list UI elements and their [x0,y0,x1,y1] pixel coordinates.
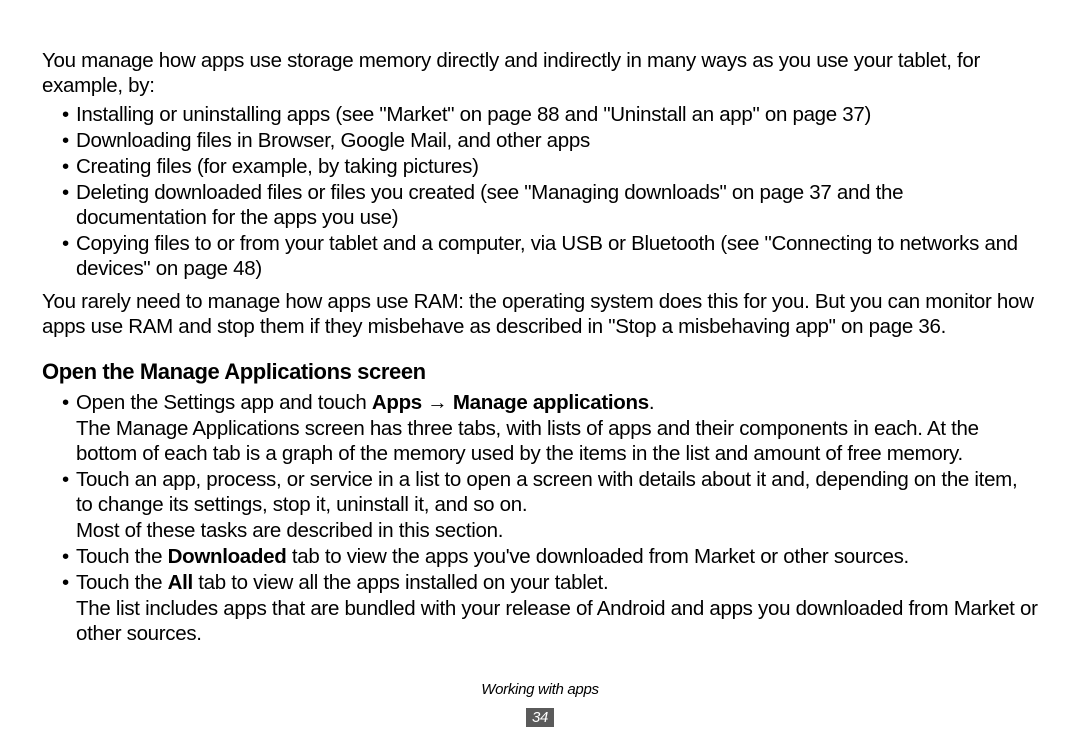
text-run: Touch the [76,571,168,594]
page-footer: Working with apps 34 [0,681,1080,728]
after-list-paragraph: You rarely need to manage how apps use R… [42,289,1038,339]
text-run: tab to view the apps you've downloaded f… [286,545,908,568]
page-number-badge: 34 [526,708,554,727]
text-run: . [649,391,654,414]
list-item-continuation: The Manage Applications screen has three… [76,416,1038,466]
list-item: Downloading files in Browser, Google Mai… [62,128,1038,153]
text-run: Open the Settings app and touch [76,391,372,414]
bold-text: Downloaded [168,545,287,568]
bold-text: All [168,571,193,594]
bold-text: Apps → Manage applications [372,391,649,414]
list-item-continuation: The list includes apps that are bundled … [76,596,1038,646]
list-item: Installing or uninstalling apps (see "Ma… [62,102,1038,127]
list-item: Touch the All tab to view all the apps i… [62,570,1038,646]
intro-paragraph: You manage how apps use storage memory d… [42,48,1038,98]
text-run: tab to view all the apps installed on yo… [193,571,608,594]
list-item: Open the Settings app and touch Apps → M… [62,390,1038,466]
text-run: Touch an app, process, or service in a l… [76,468,1017,516]
list-item: Creating files (for example, by taking p… [62,154,1038,179]
manage-apps-list: Open the Settings app and touch Apps → M… [42,390,1038,646]
text-run: Touch the [76,545,168,568]
list-item: Copying files to or from your tablet and… [62,231,1038,281]
list-item: Touch the Downloaded tab to view the app… [62,544,1038,569]
footer-section-title: Working with apps [0,681,1080,699]
section-heading: Open the Manage Applications screen [42,359,1038,386]
list-item: Touch an app, process, or service in a l… [62,467,1038,543]
list-item: Deleting downloaded files or files you c… [62,180,1038,230]
storage-list: Installing or uninstalling apps (see "Ma… [42,102,1038,281]
list-item-continuation: Most of these tasks are described in thi… [76,518,1038,543]
